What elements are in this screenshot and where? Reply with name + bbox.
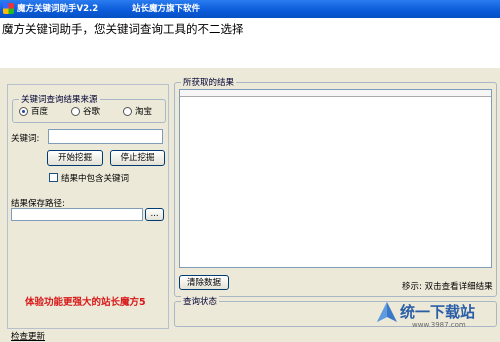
watermark: 统一下载站 www.3987.com	[376, 299, 494, 333]
promo-text[interactable]: 体验功能更强大的站长魔方5	[25, 294, 146, 308]
results-hint: 移示: 双击查看详细结果	[402, 282, 493, 292]
radio-taobao[interactable]: 淘宝	[123, 105, 152, 117]
start-mining-button[interactable]: 开始挖掘	[47, 150, 103, 166]
results-group-legend: 所获取的结果	[181, 76, 237, 88]
radio-baidu-dot[interactable]	[19, 106, 28, 116]
stop-mining-button[interactable]: 停止挖掘	[110, 150, 165, 166]
clear-data-button[interactable]: 清除数据	[179, 275, 229, 290]
watermark-url: www.3987.com	[412, 321, 466, 329]
radio-taobao-label: 淘宝	[135, 107, 153, 117]
app-icon	[3, 3, 14, 14]
radio-baidu[interactable]: 百度	[19, 105, 48, 117]
status-group-legend: 查询状态	[181, 295, 220, 307]
check-update-link[interactable]: 检查更新	[11, 330, 45, 342]
source-group: 关键词查询结果来源 百度 谷歌 淘宝	[12, 93, 166, 123]
radio-google[interactable]: 谷歌	[71, 105, 100, 117]
radio-google-dot[interactable]	[71, 106, 80, 116]
keyword-input[interactable]	[48, 129, 163, 144]
window-subtitle: 站长魔方旗下软件	[132, 4, 201, 14]
results-list-header	[180, 90, 491, 97]
radio-taobao-dot[interactable]	[123, 106, 132, 116]
banner-text: 魔方关键词助手，您关键词查询工具的不二选择	[2, 22, 244, 36]
radio-google-label: 谷歌	[83, 107, 101, 117]
include-keyword-checkbox[interactable]	[49, 173, 58, 182]
save-path-input[interactable]	[11, 208, 143, 221]
title-bar[interactable]: 魔方关键词助手V2.2 站长魔方旗下软件	[0, 0, 500, 18]
keyword-label: 关键词:	[11, 134, 40, 144]
radio-baidu-label: 百度	[31, 107, 49, 117]
watermark-text: 统一下载站	[400, 303, 476, 321]
download-logo-icon	[377, 302, 397, 322]
include-keyword-label: 结果中包含关键词	[61, 174, 130, 184]
banner: 魔方关键词助手，您关键词查询工具的不二选择	[0, 18, 500, 68]
window-title: 魔方关键词助手V2.2	[17, 4, 99, 14]
source-group-legend: 关键词查询结果来源	[19, 93, 100, 105]
browse-button[interactable]: ...	[145, 208, 164, 221]
results-list[interactable]	[179, 89, 492, 268]
